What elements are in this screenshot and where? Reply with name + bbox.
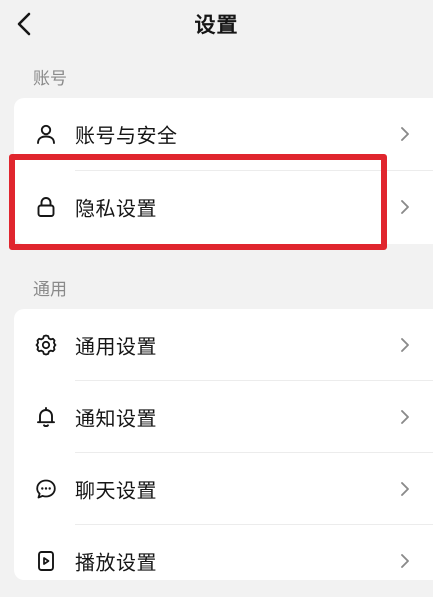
row-label: 聊天设置 — [75, 478, 157, 503]
row-label: 账号与安全 — [75, 123, 178, 148]
row-label: 隐私设置 — [75, 196, 157, 221]
bell-icon — [34, 405, 58, 429]
row-account-security[interactable]: 账号与安全 — [14, 98, 433, 170]
row-label: 通用设置 — [75, 334, 157, 359]
general-card: 通用设置 通知设置 聊天设置 播放设置 — [14, 309, 433, 580]
user-icon — [34, 122, 58, 146]
chevron-right-icon — [398, 126, 412, 142]
header: 设置 — [0, 0, 433, 52]
gear-icon — [34, 333, 58, 357]
lock-icon — [34, 195, 58, 219]
row-chat-settings[interactable]: 聊天设置 — [14, 453, 433, 525]
chevron-right-icon — [398, 481, 412, 497]
row-playback-settings[interactable]: 播放设置 — [14, 525, 433, 597]
play-icon — [34, 549, 58, 573]
chevron-right-icon — [398, 553, 412, 569]
chevron-right-icon — [398, 337, 412, 353]
account-card: 账号与安全 隐私设置 — [14, 98, 433, 244]
section-label-account: 账号 — [33, 69, 67, 89]
row-notification-settings[interactable]: 通知设置 — [14, 381, 433, 453]
row-general-settings[interactable]: 通用设置 — [14, 309, 433, 381]
row-label: 播放设置 — [75, 550, 157, 575]
chevron-right-icon — [398, 409, 412, 425]
chevron-right-icon — [398, 199, 412, 215]
row-label: 通知设置 — [75, 406, 157, 431]
chat-icon — [34, 477, 58, 501]
row-privacy-settings[interactable]: 隐私设置 — [14, 171, 433, 243]
section-label-general: 通用 — [33, 280, 67, 300]
page-title: 设置 — [194, 13, 239, 37]
